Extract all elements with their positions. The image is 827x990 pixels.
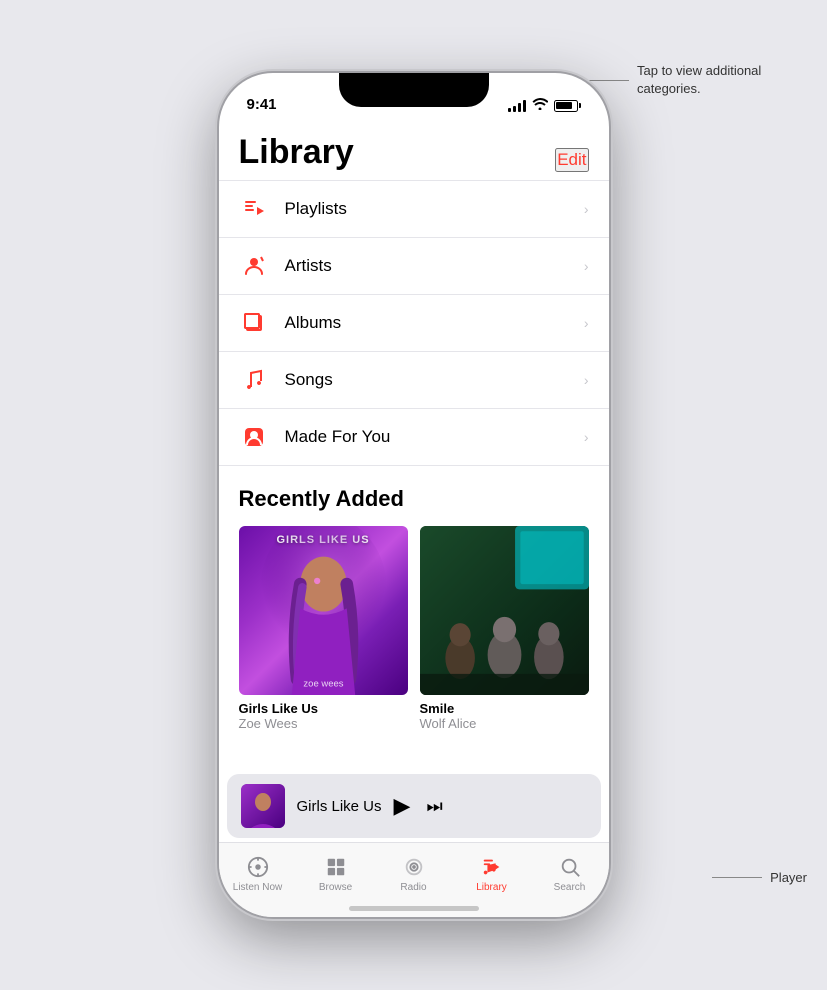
status-time: 9:41 bbox=[247, 96, 277, 115]
library-tab-icon bbox=[480, 855, 504, 879]
signal-bars-icon bbox=[508, 100, 526, 112]
made-for-you-icon bbox=[239, 422, 269, 452]
album-art-girls-like-us: GIRLS LIKE US bbox=[239, 526, 408, 695]
listen-now-label: Listen Now bbox=[233, 882, 282, 893]
skip-forward-button[interactable]: ⏭ bbox=[426, 796, 442, 817]
battery-icon bbox=[554, 100, 581, 112]
play-button[interactable]: ▶ bbox=[394, 793, 411, 819]
album-grid: GIRLS LIKE US bbox=[239, 526, 589, 731]
svg-text:zoe wees: zoe wees bbox=[303, 679, 343, 690]
chevron-icon: › bbox=[584, 201, 589, 217]
album-item-girls-like-us[interactable]: GIRLS LIKE US bbox=[239, 526, 408, 731]
songs-icon bbox=[239, 365, 269, 395]
chevron-icon: › bbox=[584, 258, 589, 274]
radio-label: Radio bbox=[400, 882, 426, 893]
library-item-albums[interactable]: Albums › bbox=[219, 295, 609, 352]
artists-icon bbox=[239, 251, 269, 281]
library-item-songs[interactable]: Songs › bbox=[219, 352, 609, 409]
library-item-artists[interactable]: Artists › bbox=[219, 238, 609, 295]
album-item-smile[interactable]: Smile Wolf Alice bbox=[420, 526, 589, 731]
header: Library Edit bbox=[219, 121, 609, 180]
phone-frame: 9:41 bbox=[219, 73, 609, 917]
mini-player-album-art bbox=[241, 784, 285, 828]
artists-label: Artists bbox=[285, 256, 584, 276]
albums-icon bbox=[239, 308, 269, 338]
library-tab-label: Library bbox=[476, 882, 507, 893]
album-artist-smile: Wolf Alice bbox=[420, 716, 589, 731]
browse-icon bbox=[324, 855, 348, 879]
recently-added-title: Recently Added bbox=[239, 486, 589, 512]
callout-edit-text: Tap to view additional categories. bbox=[637, 62, 797, 98]
main-content: Library Edit Playlists › bbox=[219, 121, 609, 917]
album-artist-girls-like-us: Zoe Wees bbox=[239, 716, 408, 731]
tab-search[interactable]: Search bbox=[531, 851, 609, 897]
page-title: Library bbox=[239, 133, 354, 172]
library-item-made-for-you[interactable]: Made For You › bbox=[219, 409, 609, 466]
library-list: Playlists › Artists › bbox=[219, 180, 609, 774]
status-icons bbox=[508, 98, 581, 115]
edit-button[interactable]: Edit bbox=[555, 148, 588, 172]
mini-player[interactable]: Girls Like Us ▶ ⏭ bbox=[227, 774, 601, 838]
callout-player: Player bbox=[712, 870, 807, 885]
browse-label: Browse bbox=[319, 882, 352, 893]
library-item-playlists[interactable]: Playlists › bbox=[219, 180, 609, 238]
mini-player-controls: ▶ ⏭ bbox=[394, 793, 443, 819]
playlists-label: Playlists bbox=[285, 199, 584, 219]
tab-browse[interactable]: Browse bbox=[297, 851, 375, 897]
mini-player-track-name: Girls Like Us bbox=[297, 798, 382, 815]
album-name-smile: Smile bbox=[420, 701, 589, 716]
album-name-girls-like-us: Girls Like Us bbox=[239, 701, 408, 716]
notch bbox=[339, 73, 489, 107]
search-label: Search bbox=[554, 882, 586, 893]
tab-radio[interactable]: Radio bbox=[375, 851, 453, 897]
callout-player-text: Player bbox=[770, 870, 807, 885]
songs-label: Songs bbox=[285, 370, 584, 390]
home-indicator bbox=[349, 906, 479, 911]
callout-player-line bbox=[712, 877, 762, 878]
albums-label: Albums bbox=[285, 313, 584, 333]
album-art-smile bbox=[420, 526, 589, 695]
tab-listen-now[interactable]: Listen Now bbox=[219, 851, 297, 897]
playlists-icon bbox=[239, 194, 269, 224]
recently-added-section: Recently Added GIRLS LIKE US bbox=[219, 466, 609, 731]
chevron-icon: › bbox=[584, 372, 589, 388]
search-icon bbox=[558, 855, 582, 879]
chevron-icon: › bbox=[584, 429, 589, 445]
listen-now-icon bbox=[246, 855, 270, 879]
made-for-you-label: Made For You bbox=[285, 427, 584, 447]
tab-library[interactable]: Library bbox=[453, 851, 531, 897]
chevron-icon: › bbox=[584, 315, 589, 331]
radio-icon bbox=[402, 855, 426, 879]
wifi-icon bbox=[532, 98, 548, 113]
